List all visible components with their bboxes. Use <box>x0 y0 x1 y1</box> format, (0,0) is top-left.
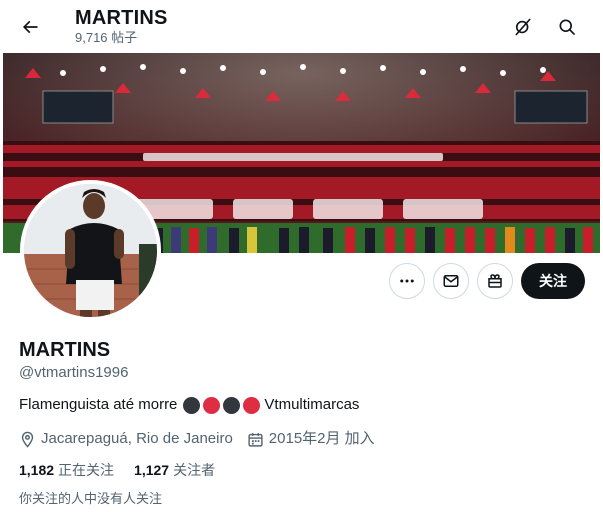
black-circle-emoji <box>223 396 241 414</box>
followers-count: 1,127 <box>134 462 170 478</box>
avatar[interactable] <box>20 180 161 321</box>
profile-name: MARTINS <box>19 339 111 361</box>
envelope-icon <box>443 275 459 287</box>
following-label: 正在关注 <box>58 462 115 478</box>
location-item: Jacarepaguá, Rio de Janeiro <box>19 429 233 449</box>
header-title-group: MARTINS 9,716 帖子 <box>75 7 168 46</box>
followers-label: 关注者 <box>173 462 216 478</box>
top-bar: MARTINS 9,716 帖子 <box>0 0 603 53</box>
avatar-photo <box>24 184 157 317</box>
red-circle-emoji <box>203 396 221 414</box>
black-circle-emoji <box>183 396 201 414</box>
profile-meta: Jacarepaguá, Rio de Janeiro 2015年2月 加入 <box>19 429 375 449</box>
gift-icon <box>488 274 502 288</box>
back-button[interactable] <box>13 10 47 44</box>
followers-link[interactable]: 1,127 关注者 <box>134 461 215 479</box>
arrow-left-icon <box>22 20 38 34</box>
subscribe-gift-button[interactable] <box>477 263 513 299</box>
joined-text: 2015年2月 加入 <box>268 430 375 447</box>
joined-item: 2015年2月 加入 <box>247 429 375 449</box>
grok-button[interactable] <box>506 10 540 44</box>
following-link[interactable]: 1,182 正在关注 <box>19 461 114 479</box>
calendar-icon <box>248 432 263 447</box>
profile-bio: Flamenguista até morre Vtmultimarcas <box>19 395 359 415</box>
profile-handle: @vtmartins1996 <box>19 364 129 381</box>
grok-icon <box>515 18 531 36</box>
known-followers-text: 你关注的人中没有人关注 <box>19 491 163 506</box>
search-button[interactable] <box>550 10 584 44</box>
following-count: 1,182 <box>19 462 55 478</box>
search-icon <box>559 19 575 35</box>
follow-stats: 1,182 正在关注 1,127 关注者 <box>19 461 235 479</box>
bio-emoji-group <box>183 396 261 414</box>
bio-text-prefix: Flamenguista até morre <box>19 396 178 413</box>
bio-text-suffix: Vtmultimarcas <box>264 396 360 413</box>
message-button[interactable] <box>433 263 469 299</box>
more-horizontal-icon <box>400 279 414 283</box>
more-options-button[interactable] <box>389 263 425 299</box>
header-title: MARTINS <box>75 7 168 29</box>
red-circle-emoji <box>243 396 261 414</box>
follow-button[interactable]: 关注 <box>521 263 585 299</box>
post-count: 9,716 帖子 <box>75 30 138 45</box>
location-pin-icon <box>21 431 34 448</box>
location-text: Jacarepaguá, Rio de Janeiro <box>41 430 233 447</box>
